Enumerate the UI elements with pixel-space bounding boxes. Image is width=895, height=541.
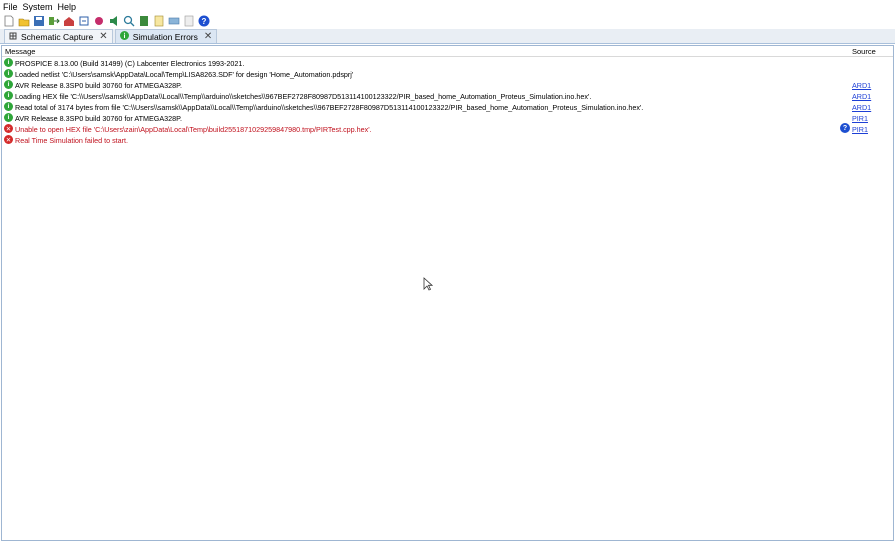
message-text: Read total of 3174 bytes from file 'C:\\… xyxy=(15,103,644,112)
menu-file[interactable]: File xyxy=(3,2,18,12)
info-icon: i xyxy=(4,80,13,89)
table-row: i Loading HEX file 'C:\\Users\\samsk\\Ap… xyxy=(2,90,893,101)
table-row: ✕ Unable to open HEX file 'C:\Users\zain… xyxy=(2,123,893,134)
search-icon[interactable] xyxy=(123,15,135,27)
help-icon[interactable]: ? xyxy=(198,15,210,27)
error-icon: ✕ xyxy=(4,124,13,133)
table-row: ✕ Real Time Simulation failed to start. xyxy=(2,134,893,145)
document-icon[interactable] xyxy=(138,15,150,27)
tab-simulation-errors[interactable]: Simulation Errors ✕ xyxy=(114,29,218,43)
error-icon: ✕ xyxy=(4,135,13,144)
svg-text:?: ? xyxy=(202,17,207,26)
message-text: Loading HEX file 'C:\\Users\\samsk\\AppD… xyxy=(15,92,592,101)
message-text: Loaded netlist 'C:\Users\samsk\AppData\L… xyxy=(15,70,354,79)
info-icon: i xyxy=(4,91,13,100)
tab-label: Schematic Capture xyxy=(21,31,94,42)
table-row: i AVR Release 8.3SP0 build 30760 for ATM… xyxy=(2,79,893,90)
menu-bar: File System Help xyxy=(0,0,895,13)
source-link[interactable]: ARD1 xyxy=(852,103,871,112)
source-link[interactable]: PIR1 xyxy=(852,125,868,134)
close-icon[interactable]: ✕ xyxy=(99,31,107,42)
message-text: Unable to open HEX file 'C:\Users\zain\A… xyxy=(15,125,372,134)
info-icon: i xyxy=(4,58,13,67)
bom-icon[interactable] xyxy=(168,15,180,27)
info-icon: i xyxy=(4,113,13,122)
open-folder-icon[interactable] xyxy=(18,15,30,27)
tab-bar: Schematic Capture ✕ Simulation Errors ✕ xyxy=(0,29,895,44)
help-icon[interactable]: ? xyxy=(840,123,850,133)
source-link[interactable]: ARD1 xyxy=(852,81,871,90)
menu-help[interactable]: Help xyxy=(58,2,77,12)
new-file-icon[interactable] xyxy=(3,15,15,27)
table-row: i Loaded netlist 'C:\Users\samsk\AppData… xyxy=(2,68,893,79)
schematic-icon xyxy=(9,32,17,42)
messages-panel: Message Source i PROSPICE 8.13.00 (Build… xyxy=(1,45,894,541)
close-icon[interactable]: ✕ xyxy=(204,31,212,42)
column-header-source[interactable]: Source xyxy=(852,47,876,56)
info-icon: i xyxy=(4,69,13,78)
export-icon[interactable] xyxy=(153,15,165,27)
source-link[interactable]: ARD1 xyxy=(852,92,871,101)
mouse-pointer-icon xyxy=(423,277,433,291)
home-icon[interactable] xyxy=(63,15,75,27)
table-row: i PROSPICE 8.13.00 (Build 31499) (C) Lab… xyxy=(2,57,893,68)
notes-icon[interactable] xyxy=(183,15,195,27)
table-row: i AVR Release 8.3SP0 build 30760 for ATM… xyxy=(2,112,893,123)
schematic-icon[interactable] xyxy=(78,15,90,27)
info-icon: i xyxy=(4,102,13,111)
source-link[interactable]: PIR1 xyxy=(852,114,868,123)
message-text: PROSPICE 8.13.00 (Build 31499) (C) Labce… xyxy=(15,59,245,68)
message-text: Real Time Simulation failed to start. xyxy=(15,136,129,145)
table-header: Message Source xyxy=(2,46,893,57)
import-icon[interactable] xyxy=(48,15,60,27)
message-text: AVR Release 8.3SP0 build 30760 for ATMEG… xyxy=(15,81,183,90)
tab-schematic-capture[interactable]: Schematic Capture ✕ xyxy=(4,29,113,43)
toolbar: ? xyxy=(0,13,895,29)
message-text: AVR Release 8.3SP0 build 30760 for ATMEG… xyxy=(15,114,183,123)
tab-label: Simulation Errors xyxy=(132,31,198,42)
component-icon[interactable] xyxy=(93,15,105,27)
save-icon[interactable] xyxy=(33,15,45,27)
menu-system[interactable]: System xyxy=(23,2,53,12)
info-icon xyxy=(119,31,129,42)
sound-icon[interactable] xyxy=(108,15,120,27)
column-header-message[interactable]: Message xyxy=(5,47,35,56)
table-row: i Read total of 3174 bytes from file 'C:… xyxy=(2,101,893,112)
